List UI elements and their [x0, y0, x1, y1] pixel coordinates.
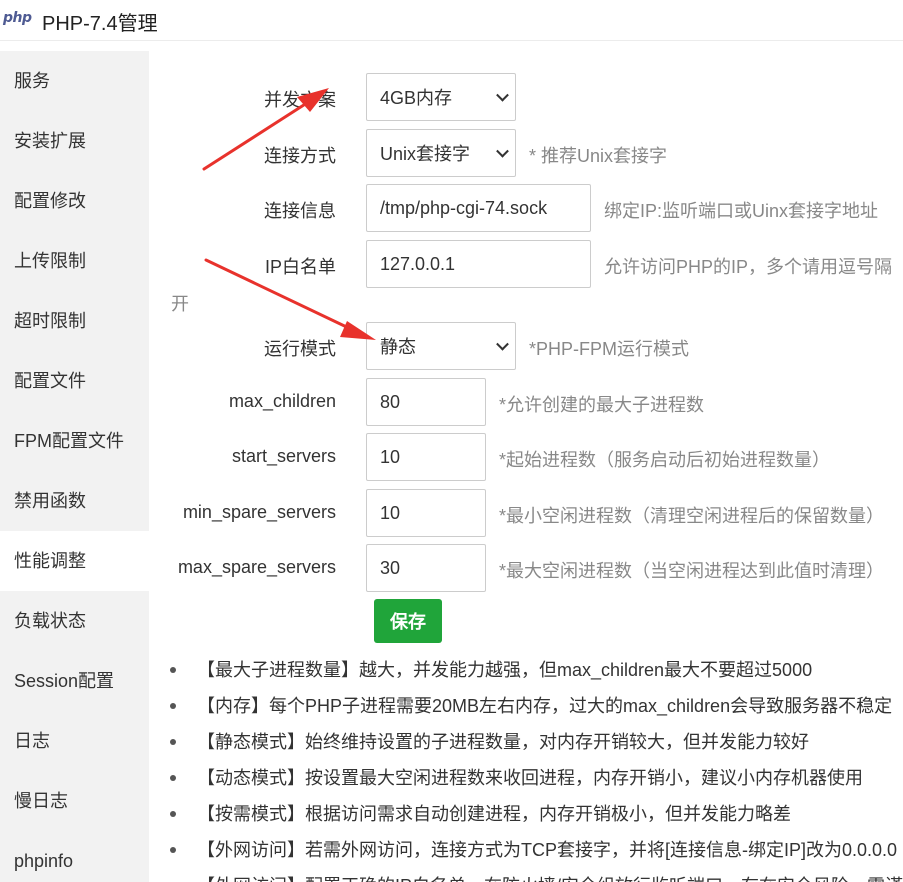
sidebar-item-config-file[interactable]: 配置文件 [0, 351, 149, 411]
start-servers-hint: *起始进程数（服务启动后初始进程数量） [499, 450, 831, 470]
ip-whitelist-input[interactable]: 127.0.0.1 [366, 240, 591, 288]
run-mode-hint: *PHP-FPM运行模式 [529, 339, 690, 359]
list-item-text: 【内存】每个PHP子进程需要20MB左右内存，过大的max_children会导… [197, 696, 893, 716]
run-mode-select[interactable]: 静态 [366, 322, 516, 370]
sidebar-item-fpm-config-file[interactable]: FPM配置文件 [0, 411, 149, 471]
connection-info-hint: 绑定IP:监听端口或Uinx套接字地址 [604, 201, 879, 221]
sidebar-item-slow-log[interactable]: 慢日志 [0, 771, 149, 831]
max-children-input[interactable]: 80 [366, 378, 486, 426]
start-servers-label: start_servers [231, 446, 336, 466]
max-spare-servers-hint: *最大空闲进程数（当空闲进程达到此值时清理） [499, 561, 885, 581]
max-children-label: max_children [228, 391, 336, 411]
min-spare-servers-hint: *最小空闲进程数（清理空闲进程后的保留数量） [499, 506, 885, 526]
start-servers-input[interactable]: 10 [366, 433, 486, 481]
list-item-text: 【动态模式】按设置最大空闲进程数来收回进程，内存开销小，建议小内存机器使用 [197, 768, 863, 788]
connection-info-input[interactable]: /tmp/php-cgi-74.sock [366, 184, 591, 232]
list-item-text: 【按需模式】根据访问需求自动创建进程，内存开销极小，但并发能力略差 [197, 804, 791, 824]
ip-whitelist-hint: 允许访问PHP的IP，多个请用逗号隔 [604, 257, 893, 277]
sidebar-item-config-edit[interactable]: 配置修改 [0, 171, 149, 231]
sidebar-item-service[interactable]: 服务 [0, 51, 149, 111]
sidebar-item-session-config[interactable]: Session配置 [0, 651, 149, 711]
run-mode-label: 运行模式 [264, 339, 336, 359]
title-bar: php PHP-7.4管理 [0, 0, 903, 41]
sidebar-item-load-status[interactable]: 负载状态 [0, 591, 149, 651]
max-spare-servers-input[interactable]: 30 [366, 544, 486, 592]
sidebar-item-timeout-limit[interactable]: 超时限制 [0, 291, 149, 351]
bullet-icon [170, 811, 176, 817]
bullet-icon [170, 703, 176, 709]
max-children-hint: *允许创建的最大子进程数 [499, 395, 705, 415]
ip-whitelist-value: 127.0.0.1 [380, 253, 456, 274]
list-item-text: 【最大子进程数量】越大，并发能力越强，但max_children最大不要超过50… [197, 660, 813, 680]
list-item-text: 【静态模式】始终维持设置的子进程数量，对内存开销较大，但并发能力较好 [197, 732, 809, 752]
max-spare-servers-label: max_spare_servers [177, 557, 336, 577]
list-item-text: 【外网访问】配置正确的IP白名单，在防火墙/安全组放行监听端口，存在安全风险，需… [197, 868, 903, 882]
bullet-icon [170, 739, 176, 745]
concurrency-label: 并发方案 [264, 90, 336, 110]
run-mode-value: 静态 [380, 337, 416, 357]
sidebar: 服务 安装扩展 配置修改 上传限制 超时限制 配置文件 FPM配置文件 禁用函数… [0, 51, 149, 882]
min-spare-servers-label: min_spare_servers [182, 502, 336, 522]
sidebar-item-upload-limit[interactable]: 上传限制 [0, 231, 149, 291]
sidebar-item-disabled-functions[interactable]: 禁用函数 [0, 471, 149, 531]
connection-type-hint: * 推荐Unix套接字 [529, 146, 668, 166]
max-spare-servers-value: 30 [380, 557, 401, 578]
chevron-down-icon [496, 88, 509, 102]
sidebar-item-performance-tuning[interactable]: 性能调整 [0, 531, 149, 591]
concurrency-select[interactable]: 4GB内存 [366, 73, 516, 121]
start-servers-value: 10 [380, 446, 401, 467]
sidebar-item-install-extension[interactable]: 安装扩展 [0, 111, 149, 171]
max-children-value: 80 [380, 391, 401, 412]
save-button[interactable]: 保存 [374, 599, 442, 643]
chevron-down-icon [496, 337, 509, 351]
connection-info-value: /tmp/php-cgi-74.sock [380, 197, 548, 218]
chevron-down-icon [496, 144, 509, 158]
list-item-text: 【外网访问】若需外网访问，连接方式为TCP套接字，并将[连接信息-绑定IP]改为… [197, 840, 898, 860]
ip-whitelist-label: IP白名单 [264, 257, 336, 277]
connection-type-value: Unix套接字 [380, 144, 471, 164]
bullet-icon [170, 847, 176, 853]
min-spare-servers-value: 10 [380, 502, 401, 523]
ip-whitelist-hint-wrap: 开 [171, 294, 189, 314]
window-title: PHP-7.4管理 [42, 13, 158, 35]
concurrency-value: 4GB内存 [380, 88, 453, 108]
bullet-icon [170, 667, 176, 673]
connection-type-label: 连接方式 [264, 146, 336, 166]
connection-info-label: 连接信息 [264, 201, 336, 221]
min-spare-servers-input[interactable]: 10 [366, 489, 486, 537]
php-logo-icon: php [3, 10, 32, 26]
sidebar-item-phpinfo[interactable]: phpinfo [0, 831, 149, 882]
bullet-icon [170, 775, 176, 781]
connection-type-select[interactable]: Unix套接字 [366, 129, 516, 177]
sidebar-item-log[interactable]: 日志 [0, 711, 149, 771]
